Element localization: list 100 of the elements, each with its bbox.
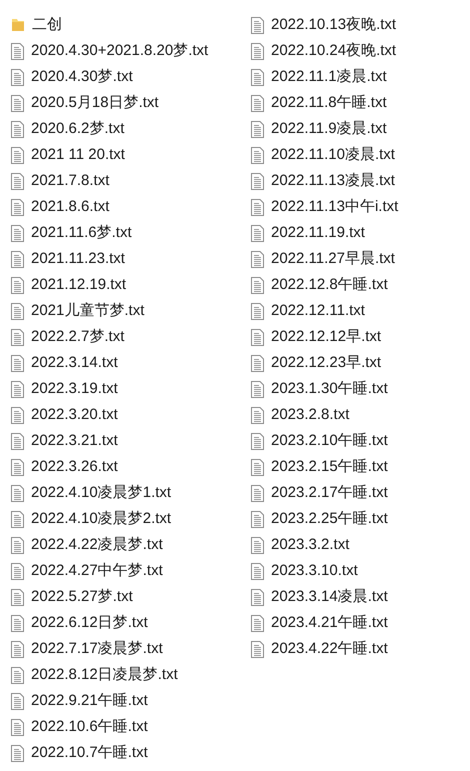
- file-item[interactable]: 2022.12.12早.txt: [240, 324, 470, 350]
- file-item[interactable]: 2022.3.14.txt: [0, 350, 240, 376]
- document-icon: [11, 42, 24, 60]
- file-item[interactable]: 2020.4.30+2021.8.20梦.txt: [0, 38, 240, 64]
- file-item[interactable]: 2023.3.14凌晨.txt: [240, 584, 470, 610]
- file-item[interactable]: 2022.2.7梦.txt: [0, 324, 240, 350]
- file-item[interactable]: 2023.4.21午睡.txt: [240, 610, 470, 636]
- file-item[interactable]: 2023.2.15午睡.txt: [240, 454, 470, 480]
- document-icon: [251, 224, 264, 242]
- document-icon: [11, 198, 24, 216]
- document-icon: [251, 302, 264, 320]
- document-icon: [251, 276, 264, 294]
- file-item[interactable]: 2022.11.13中午i.txt: [240, 194, 470, 220]
- file-item[interactable]: 2022.11.10凌晨.txt: [240, 142, 470, 168]
- folder-icon: [11, 17, 25, 33]
- document-icon: [11, 68, 24, 86]
- document-icon: [251, 458, 264, 476]
- document-icon: [251, 354, 264, 372]
- document-icon: [251, 536, 264, 554]
- document-icon: [251, 250, 264, 268]
- file-item[interactable]: 2020.6.2梦.txt: [0, 116, 240, 142]
- document-icon: [11, 146, 24, 164]
- file-item[interactable]: 2022.4.22凌晨梦.txt: [0, 532, 240, 558]
- file-item[interactable]: 2022.8.12日凌晨梦.txt: [0, 662, 240, 688]
- document-icon: [11, 562, 24, 580]
- file-item[interactable]: 2020.4.30梦.txt: [0, 64, 240, 90]
- document-icon: [251, 614, 264, 632]
- document-icon: [11, 302, 24, 320]
- file-item[interactable]: 2022.4.27中午梦.txt: [0, 558, 240, 584]
- file-item[interactable]: 2023.2.10午睡.txt: [240, 428, 470, 454]
- file-item[interactable]: 2022.3.19.txt: [0, 376, 240, 402]
- file-item[interactable]: 2021 11 20.txt: [0, 142, 240, 168]
- document-icon: [251, 198, 264, 216]
- document-icon: [11, 614, 24, 632]
- document-icon: [11, 484, 24, 502]
- file-item[interactable]: 2022.10.6午睡.txt: [0, 714, 240, 740]
- file-item[interactable]: 2021儿童节梦.txt: [0, 298, 240, 324]
- document-icon: [11, 250, 24, 268]
- file-item[interactable]: 2022.9.21午睡.txt: [0, 688, 240, 714]
- file-item[interactable]: 2022.6.12日梦.txt: [0, 610, 240, 636]
- file-item[interactable]: 2023.1.30午睡.txt: [240, 376, 470, 402]
- file-item[interactable]: 2023.2.17午睡.txt: [240, 480, 470, 506]
- file-item[interactable]: 2022.11.27早晨.txt: [240, 246, 470, 272]
- document-icon: [11, 536, 24, 554]
- file-item[interactable]: 2021.11.6梦.txt: [0, 220, 240, 246]
- document-icon: [11, 380, 24, 398]
- document-icon: [11, 458, 24, 476]
- document-icon: [11, 744, 24, 762]
- document-icon: [251, 380, 264, 398]
- file-item[interactable]: 2022.4.10凌晨梦2.txt: [0, 506, 240, 532]
- file-item[interactable]: 2022.10.7午睡.txt: [0, 740, 240, 766]
- file-item[interactable]: 2023.3.10.txt: [240, 558, 470, 584]
- file-item[interactable]: 2022.11.8午睡.txt: [240, 90, 470, 116]
- document-icon: [11, 276, 24, 294]
- file-item[interactable]: 2021.8.6.txt: [0, 194, 240, 220]
- file-item[interactable]: 2023.4.22午睡.txt: [240, 636, 470, 662]
- file-item[interactable]: 2020.5月18日梦.txt: [0, 90, 240, 116]
- document-icon: [11, 692, 24, 710]
- document-icon: [11, 328, 24, 346]
- document-icon: [11, 224, 24, 242]
- document-icon: [11, 718, 24, 736]
- file-item[interactable]: 2022.12.11.txt: [240, 298, 470, 324]
- file-item[interactable]: 2022.11.13凌晨.txt: [240, 168, 470, 194]
- file-item[interactable]: 2022.7.17凌晨梦.txt: [0, 636, 240, 662]
- document-icon: [251, 120, 264, 138]
- document-icon: [11, 172, 24, 190]
- document-icon: [251, 484, 264, 502]
- file-item[interactable]: 2021.7.8.txt: [0, 168, 240, 194]
- document-icon: [251, 562, 264, 580]
- file-item[interactable]: 2022.12.23早.txt: [240, 350, 470, 376]
- document-icon: [251, 94, 264, 112]
- file-item[interactable]: 2022.12.8午睡.txt: [240, 272, 470, 298]
- document-icon: [11, 666, 24, 684]
- document-icon: [11, 510, 24, 528]
- file-item[interactable]: 2022.3.20.txt: [0, 402, 240, 428]
- file-item[interactable]: 2022.11.1凌晨.txt: [240, 64, 470, 90]
- document-icon: [251, 432, 264, 450]
- document-icon: [251, 172, 264, 190]
- file-item[interactable]: 2022.10.24夜晚.txt: [240, 38, 470, 64]
- file-item[interactable]: 2023.2.25午睡.txt: [240, 506, 470, 532]
- file-item[interactable]: 2022.3.21.txt: [0, 428, 240, 454]
- file-item[interactable]: 2023.2.8.txt: [240, 402, 470, 428]
- document-icon: [251, 640, 264, 658]
- file-item[interactable]: 2022.3.26.txt: [0, 454, 240, 480]
- file-item[interactable]: 2021.12.19.txt: [0, 272, 240, 298]
- document-icon: [11, 406, 24, 424]
- file-item[interactable]: 2022.5.27梦.txt: [0, 584, 240, 610]
- document-icon: [251, 68, 264, 86]
- document-icon: [11, 640, 24, 658]
- document-icon: [251, 146, 264, 164]
- file-item[interactable]: 2022.11.9凌晨.txt: [240, 116, 470, 142]
- document-icon: [251, 42, 264, 60]
- file-item[interactable]: 2022.10.13夜晚.txt: [240, 12, 470, 38]
- document-icon: [251, 406, 264, 424]
- file-item[interactable]: 2023.3.2.txt: [240, 532, 470, 558]
- file-item[interactable]: 2022.4.10凌晨梦1.txt: [0, 480, 240, 506]
- file-item[interactable]: 2022.11.19.txt: [240, 220, 470, 246]
- file-item[interactable]: 二创: [0, 12, 240, 38]
- file-item[interactable]: 2021.11.23.txt: [0, 246, 240, 272]
- document-icon: [11, 354, 24, 372]
